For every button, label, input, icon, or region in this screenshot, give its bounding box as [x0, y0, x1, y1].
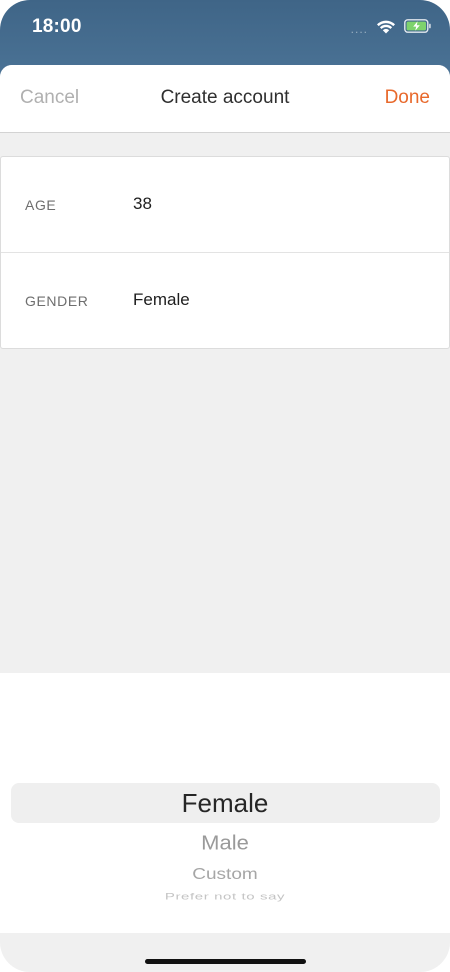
create-account-sheet: Cancel Create account Done AGE 38 GENDER…: [0, 65, 450, 972]
status-time: 18:00: [32, 16, 82, 37]
battery-charging-icon: [404, 19, 432, 38]
account-form: AGE 38 GENDER Female: [0, 156, 450, 349]
nav-bar: Cancel Create account Done: [0, 65, 450, 133]
cancel-button[interactable]: Cancel: [20, 87, 79, 109]
picker-option-male[interactable]: Male: [0, 831, 450, 855]
age-value[interactable]: 38: [133, 194, 152, 214]
status-icons: ....: [351, 18, 432, 39]
gender-label: GENDER: [25, 293, 89, 309]
home-indicator[interactable]: [145, 959, 306, 964]
gender-value[interactable]: Female: [133, 290, 190, 310]
done-button[interactable]: Done: [385, 87, 430, 109]
wifi-icon: [376, 18, 396, 39]
gender-row[interactable]: GENDER Female: [1, 252, 449, 348]
picker-option-female[interactable]: Female: [0, 788, 450, 819]
age-label: AGE: [25, 197, 57, 213]
home-indicator-area: [0, 933, 450, 972]
picker-option-prefer-not-to-say[interactable]: Prefer not to say: [0, 891, 450, 902]
gender-picker[interactable]: Female Male Custom Prefer not to say: [0, 673, 450, 972]
screen: 18:00 .... Cancel Create account Done AG…: [0, 0, 450, 972]
cellular-dots-icon: ....: [350, 21, 368, 36]
age-row[interactable]: AGE 38: [1, 157, 449, 252]
picker-option-custom[interactable]: Custom: [0, 866, 450, 884]
